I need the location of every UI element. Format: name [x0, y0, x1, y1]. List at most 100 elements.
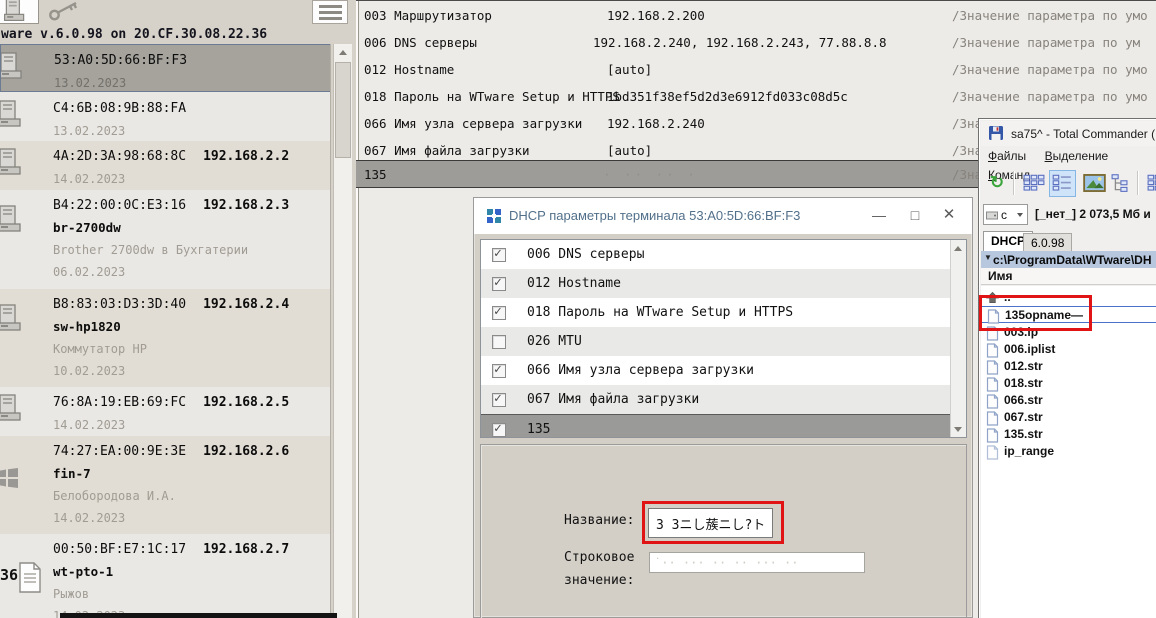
option-row[interactable]: 006 DNS серверы: [481, 240, 951, 269]
file-row[interactable]: 006.iplist: [981, 341, 1156, 358]
terminal-list-scrollbar[interactable]: [333, 44, 352, 618]
param-value: [auto]: [607, 143, 652, 158]
file-name: 012.str: [1004, 359, 1043, 373]
option-row[interactable]: 012 Hostname: [481, 269, 951, 298]
checkbox[interactable]: [492, 248, 506, 262]
checkbox[interactable]: [492, 393, 506, 407]
file-row[interactable]: 003.ip: [981, 324, 1156, 341]
param-row[interactable]: 012 Hostname [auto] /Значение параметра …: [356, 56, 1156, 83]
terminal-item[interactable]: B4:22:00:0C:E3:16192.168.2.3 br-2700dw B…: [0, 190, 331, 289]
file-name: 066.str: [1004, 393, 1043, 407]
drive-letter: c: [1001, 208, 1007, 222]
column-header-label: Имя: [988, 269, 1013, 283]
current-path: c:\ProgramData\WTware\DH: [993, 253, 1151, 267]
close-button[interactable]: ✕: [934, 202, 964, 228]
file-row[interactable]: 135.str: [981, 426, 1156, 443]
terminal-date: 13.02.2023: [54, 72, 330, 92]
checkbox[interactable]: [492, 335, 506, 349]
terminal-mac: C4:6B:08:9B:88:FA: [53, 101, 186, 116]
tc-titlebar[interactable]: sa75^ - Total Commander (: [981, 121, 1156, 146]
option-row[interactable]: 018 Пароль на WTware Setup и HTTPS: [481, 298, 951, 327]
file-row[interactable]: ip_range: [981, 443, 1156, 460]
option-row-selected[interactable]: 135: [481, 414, 951, 438]
minimize-button[interactable]: —: [864, 202, 894, 228]
scroll-up-button[interactable]: [951, 240, 966, 257]
file-icon: [986, 360, 999, 375]
tc-file-list: .. 135opname— 003.ip 006.iplist 012.str …: [981, 286, 1156, 618]
terminal-mac: 76:8A:19:EB:69:FC: [53, 395, 186, 410]
file-icon: [986, 394, 999, 409]
tree-view-button[interactable]: [1109, 170, 1136, 197]
option-label: 026 MTU: [527, 334, 582, 349]
custom-columns-button[interactable]: [1145, 170, 1156, 197]
file-name: 135.str: [1004, 427, 1043, 441]
scrollbar-thumb[interactable]: [335, 62, 351, 158]
option-row[interactable]: 026 MTU: [481, 327, 951, 356]
terminal-item[interactable]: 74:27:EA:00:9E:3E192.168.2.6 fin-7 Белоб…: [0, 436, 331, 534]
param-value: 192.168.2.200: [607, 8, 705, 23]
tc-tab-bar: DHCP 6.0.98: [981, 229, 1156, 251]
terminal-mac: B8:83:03:D3:3D:40: [53, 297, 186, 312]
terminals-view-button[interactable]: [0, 0, 39, 24]
refresh-button[interactable]: ↻: [985, 170, 1009, 196]
terminal-item[interactable]: C4:6B:08:9B:88:FA 13.02.2023: [0, 93, 331, 141]
tc-path-bar[interactable]: ▼ c:\ProgramData\WTware\DH: [981, 251, 1156, 268]
thumbnails-view-button[interactable]: [1081, 170, 1108, 197]
scroll-down-button[interactable]: [951, 421, 966, 438]
tc-window-title: sa75^ - Total Commander (: [1011, 127, 1155, 141]
string-value-input[interactable]: [649, 552, 865, 573]
param-row[interactable]: 018 Пароль на WTware Setup и HTTPS 1bd35…: [356, 83, 1156, 110]
terminal-item[interactable]: 00:50:BF:E7:1C:17192.168.2.7 wt-pto-1 Ры…: [0, 534, 331, 618]
param-row[interactable]: 006 DNS серверы 192.168.2.240, 192.168.2…: [356, 29, 1156, 56]
param-name: 018 Пароль на WTware Setup и HTTPS: [364, 89, 620, 104]
file-row[interactable]: 018.str: [981, 375, 1156, 392]
checkbox[interactable]: [492, 277, 506, 291]
brief-view-button[interactable]: [1021, 170, 1048, 197]
terminal-date: 13.02.2023: [53, 120, 331, 141]
string-value-label-line1: Строковое: [564, 550, 634, 565]
terminal-item[interactable]: 76:8A:19:EB:69:FC192.168.2.5 14.02.2023: [0, 387, 331, 436]
terminal-mac: 00:50:BF:E7:1C:17: [53, 542, 186, 557]
file-row[interactable]: 012.str: [981, 358, 1156, 375]
param-name: 006 DNS серверы: [364, 35, 477, 50]
file-row[interactable]: 066.str: [981, 392, 1156, 409]
file-row-updir[interactable]: ..: [981, 289, 1156, 306]
option-row[interactable]: 066 Имя узла сервера загрузки: [481, 356, 951, 385]
name-field-label: Название:: [564, 513, 634, 528]
column-header-name[interactable]: Имя: [981, 268, 1156, 285]
hamburger-menu-button[interactable]: [312, 0, 348, 24]
param-value: [auto]: [607, 62, 652, 77]
terminal-item[interactable]: B8:83:03:D3:3D:40192.168.2.4 sw-hp1820 К…: [0, 289, 331, 387]
file-row[interactable]: 067.str: [981, 409, 1156, 426]
param-comment: /Значение параметра по умо: [952, 8, 1148, 23]
terminal-hostname: wt-pto-1: [53, 561, 331, 583]
scroll-up-button[interactable]: [334, 44, 352, 61]
tab-6098[interactable]: 6.0.98: [1023, 233, 1072, 251]
terminal-item[interactable]: 4A:2D:3A:98:68:8C192.168.2.2 14.02.2023: [0, 141, 331, 190]
checkbox[interactable]: [492, 423, 506, 437]
full-view-button[interactable]: [1049, 170, 1076, 197]
chevron-down-icon: [1017, 213, 1023, 217]
option-row[interactable]: 067 Имя файла загрузки: [481, 385, 951, 414]
name-input[interactable]: [648, 508, 773, 538]
string-value-label-line2: значение:: [564, 573, 634, 588]
dialog-titlebar[interactable]: DHCP параметры терминала 53:A0:5D:66:BF:…: [474, 198, 972, 234]
menu-selection[interactable]: Выделение: [1038, 146, 1116, 163]
terminal-icon: [0, 51, 24, 81]
up-directory-icon: [986, 291, 999, 304]
checkbox[interactable]: [492, 306, 506, 320]
maximize-button[interactable]: □: [900, 202, 930, 228]
menu-files[interactable]: Файлы: [981, 146, 1033, 163]
file-row-selected[interactable]: 135opname—: [981, 306, 1156, 323]
checkbox[interactable]: [492, 364, 506, 378]
param-row[interactable]: 003 Маршрутизатор 192.168.2.200 /Значени…: [356, 2, 1156, 29]
terminal-item-selected[interactable]: 53:A0:5D:66:BF:F3 13.02.2023: [0, 44, 331, 92]
param-name: 012 Hostname: [364, 62, 454, 77]
param-name: 067 Имя файла загрузки: [364, 143, 530, 158]
key-icon[interactable]: [48, 0, 82, 22]
file-icon: [986, 343, 999, 358]
drive-combobox[interactable]: c: [983, 204, 1028, 225]
options-scrollbar[interactable]: [950, 240, 966, 437]
floppy-disk-icon: [988, 125, 1004, 141]
total-commander-window: sa75^ - Total Commander ( Файлы Выделени…: [978, 118, 1156, 618]
